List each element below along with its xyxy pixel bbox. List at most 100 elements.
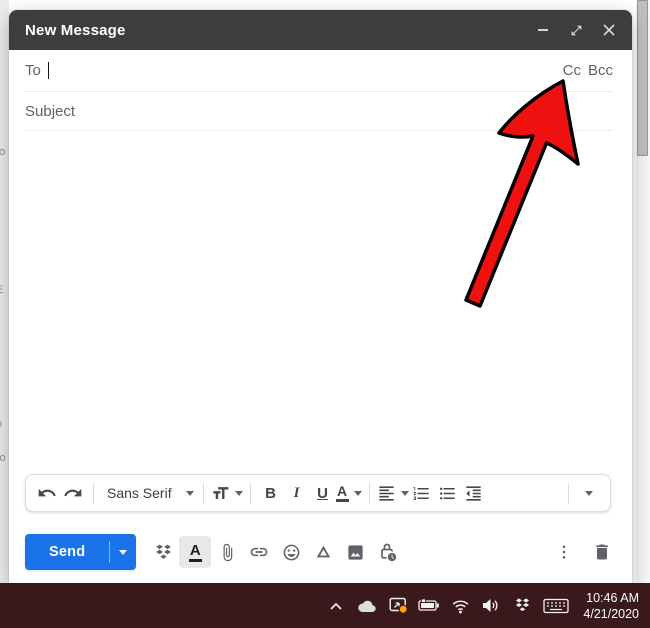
toolbar-divider [93,483,94,504]
minimize-button[interactable] [536,23,550,37]
dropbox-button[interactable] [147,536,179,568]
formatting-options-button[interactable]: A [179,536,211,568]
bold-button[interactable]: B [258,478,284,508]
toolbar-divider [369,483,370,504]
background-page-sliver: to E o ro [0,0,9,583]
taskbar-clock[interactable]: 10:46 AM 4/21/2020 [579,590,645,622]
chevron-down-icon [119,550,127,555]
underline-button[interactable]: U [310,478,336,508]
numbered-list-button[interactable] [409,478,435,508]
indent-icon [464,484,483,503]
pop-out-button[interactable] [569,23,583,37]
discard-draft-button[interactable] [586,536,618,568]
chevron-down-icon [186,491,194,496]
dropbox-icon [154,543,173,562]
attach-file-icon [218,543,237,562]
wifi-icon [451,598,470,614]
redo-button[interactable] [60,478,86,508]
font-size-button[interactable] [211,478,243,508]
insert-photo-icon [346,543,365,562]
insert-link-icon [249,542,269,562]
numbered-list-icon [412,484,431,503]
volume-button[interactable] [480,591,502,621]
formatting-toolbar: Sans Serif B I U A [25,474,611,512]
confidential-mode-icon [377,542,397,562]
wifi-button[interactable] [449,591,471,621]
formatting-icon: A [189,543,202,562]
toolbar-divider [203,483,204,504]
chevron-up-icon [329,600,343,612]
subject-field[interactable]: Subject [9,92,632,130]
confidential-mode-button[interactable] [371,536,403,568]
chevron-down-icon [401,491,409,496]
tray-overflow-button[interactable] [325,591,347,621]
battery-icon [418,599,440,612]
background-text-fragment: E [0,284,3,296]
compose-window: New Message To Cc Bcc Subject [9,10,632,583]
insert-link-button[interactable] [243,536,275,568]
message-body[interactable] [9,131,632,583]
browser-scrollbar-track[interactable] [636,0,650,583]
touch-keyboard-button[interactable] [542,591,570,621]
screen-cast-button[interactable] [387,591,409,621]
font-size-icon [211,484,230,503]
onedrive-cloud-icon [357,599,377,613]
touch-keyboard-icon [543,598,569,614]
more-options-icon [555,543,573,561]
bulleted-list-icon [438,484,457,503]
close-icon [603,24,615,36]
close-button[interactable] [602,23,616,37]
battery-button[interactable] [418,591,440,621]
font-family-select[interactable]: Sans Serif [101,485,196,501]
send-split-button: Send [25,534,136,570]
background-text-fragment: ro [0,452,6,464]
send-button[interactable]: Send [25,534,109,570]
send-row: Send A [25,534,618,570]
insert-from-drive-button[interactable] [307,536,339,568]
undo-button[interactable] [34,478,60,508]
insert-emoji-button[interactable] [275,536,307,568]
chevron-down-icon [585,491,593,496]
discard-draft-icon [592,542,612,562]
send-options-button[interactable] [110,534,136,570]
browser-scrollbar-thumb[interactable] [637,0,648,156]
text-color-button[interactable]: A [336,478,362,508]
redo-icon [63,483,83,503]
text-color-icon: A [336,484,349,502]
insert-photo-button[interactable] [339,536,371,568]
screen-cast-icon [389,597,408,614]
compose-title: New Message [25,22,126,39]
google-drive-icon [314,543,333,562]
to-label: To [25,62,41,79]
dropbox-tray-button[interactable] [511,591,533,621]
minimize-icon [538,29,548,31]
to-field[interactable]: To Cc Bcc [9,50,632,91]
volume-icon [482,598,500,613]
chevron-down-icon [235,491,243,496]
background-text-fragment: to [0,146,5,158]
pop-out-icon [570,24,583,37]
more-options-button[interactable] [548,536,580,568]
more-formatting-button[interactable] [576,478,602,508]
align-button[interactable] [377,478,409,508]
background-text-fragment: o [0,418,2,430]
bcc-link[interactable]: Bcc [588,62,613,79]
subject-placeholder: Subject [25,103,75,120]
insert-emoji-icon [282,543,301,562]
indent-button[interactable] [461,478,487,508]
attach-files-button[interactable] [211,536,243,568]
bulleted-list-button[interactable] [435,478,461,508]
text-cursor [48,62,49,79]
cc-link[interactable]: Cc [563,62,581,79]
undo-icon [37,483,57,503]
italic-button[interactable]: I [284,478,310,508]
clock-time: 10:46 AM [583,590,639,606]
onedrive-button[interactable] [356,591,378,621]
align-left-icon [377,484,396,503]
toolbar-divider [568,483,569,504]
toolbar-divider [250,483,251,504]
clock-date: 4/21/2020 [583,606,639,622]
compose-titlebar[interactable]: New Message [9,10,632,50]
dropbox-icon [514,597,531,614]
chevron-down-icon [354,491,362,496]
